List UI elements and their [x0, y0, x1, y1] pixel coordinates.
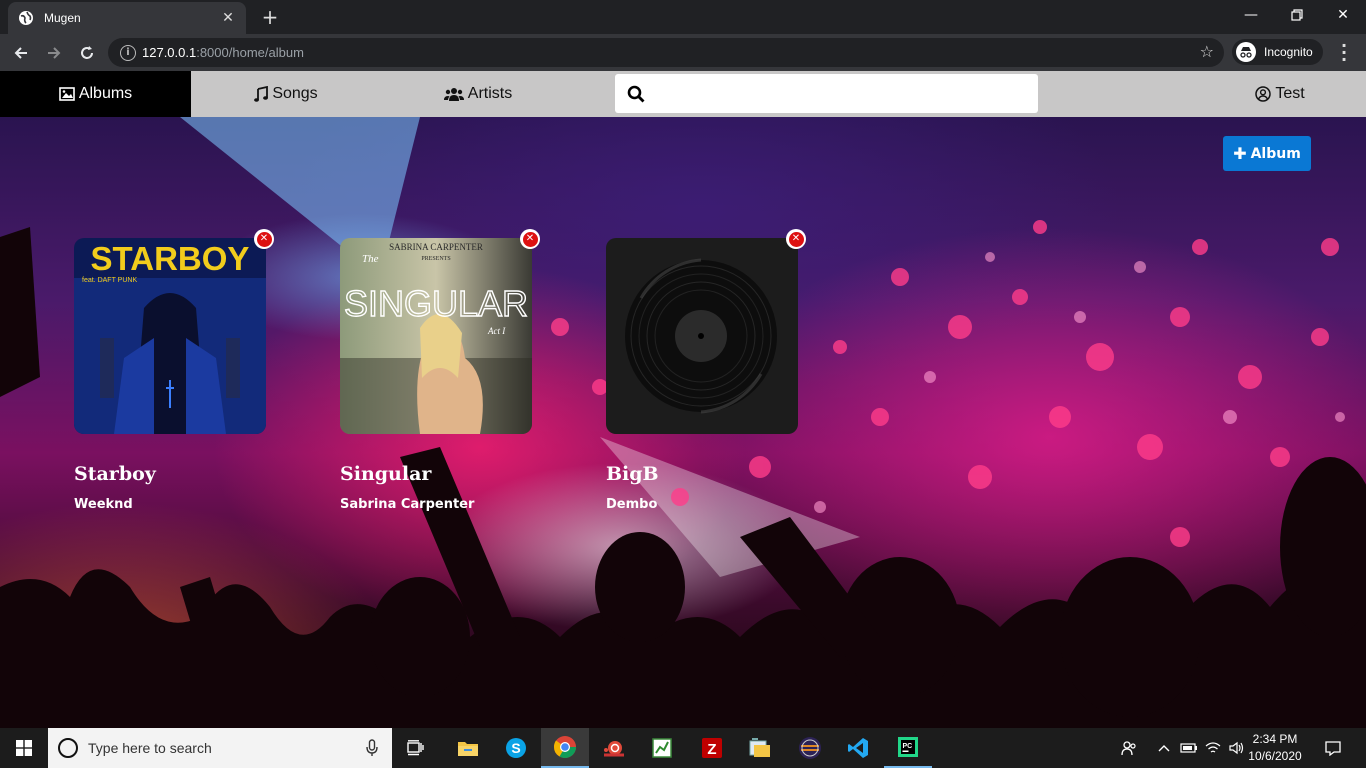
notifications-icon[interactable] — [1318, 728, 1348, 768]
cover-artist: SABRINA CARPENTER — [389, 242, 483, 252]
incognito-icon — [1236, 42, 1256, 62]
cover-title: SINGULAR — [344, 283, 528, 324]
cover-pre: The — [362, 253, 379, 265]
users-icon — [443, 88, 464, 101]
close-tab-icon[interactable]: ✕ — [220, 10, 236, 26]
site-info-icon[interactable]: i — [120, 44, 136, 61]
nav-artists-label: Artists — [467, 85, 513, 102]
svg-text:S: S — [511, 740, 520, 756]
url-text: 127.0.0.1:8000/home/album — [142, 45, 304, 60]
album-card-starboy[interactable]: STARBOY feat. DAFT PUNK ✕ Starboy Weeknd — [74, 229, 274, 512]
address-bar[interactable]: i 127.0.0.1:8000/home/album ☆ — [108, 38, 1224, 67]
album-title[interactable]: BigB — [606, 463, 798, 485]
remove-album-button[interactable]: ✕ — [254, 229, 274, 249]
cover-subtitle: feat. DAFT PUNK — [82, 277, 137, 284]
close-icon: ✕ — [256, 231, 272, 247]
album-page: ✚ Album STARBOY feat. DAFT PUNK ✕ Starbo… — [0, 117, 1366, 728]
close-icon: ✕ — [788, 231, 804, 247]
wifi-icon[interactable] — [1202, 728, 1224, 768]
task-view-icon[interactable] — [392, 728, 440, 768]
nav-user[interactable]: Test — [1190, 71, 1366, 117]
skype-icon[interactable]: S — [492, 728, 540, 768]
cover-title: STARBOY — [91, 240, 250, 277]
user-circle-icon — [1255, 86, 1272, 102]
plus-icon: ✚ — [1233, 144, 1247, 163]
cover-act: Act I — [487, 326, 506, 336]
pycharm-icon[interactable]: PC — [884, 728, 932, 768]
browser-menu-icon[interactable]: · · · — [1336, 38, 1352, 68]
forward-icon[interactable] — [41, 40, 67, 66]
nav-songs-label: Songs — [272, 85, 318, 102]
file-manager-icon[interactable] — [736, 728, 784, 768]
cortana-icon — [58, 738, 78, 758]
search-icon — [627, 85, 645, 102]
svg-text:Z: Z — [707, 741, 716, 758]
remove-album-button[interactable]: ✕ — [520, 229, 540, 249]
incognito-label: Incognito — [1264, 45, 1313, 59]
browser-tab-strip: Mugen ✕ + — ✕ — [0, 0, 1366, 34]
nav-songs[interactable]: Songs — [191, 71, 381, 117]
close-window-icon[interactable]: ✕ — [1320, 0, 1366, 30]
browser-toolbar: i 127.0.0.1:8000/home/album ☆ Incognito … — [0, 34, 1366, 71]
music-note-icon — [254, 86, 269, 102]
battery-icon[interactable] — [1178, 728, 1200, 768]
svg-text:PC: PC — [903, 743, 913, 750]
nav-albums-label: Albums — [78, 85, 133, 102]
album-artist[interactable]: Weeknd — [74, 497, 266, 512]
people-icon[interactable] — [1116, 728, 1142, 768]
album-artist[interactable]: Sabrina Carpenter — [340, 497, 532, 512]
nav-albums[interactable]: Albums — [0, 71, 191, 117]
clock-date: 10/6/2020 — [1248, 749, 1302, 763]
vinyl-record-icon — [606, 238, 798, 434]
start-button[interactable] — [0, 728, 48, 768]
microphone-icon[interactable] — [366, 739, 378, 757]
vscode-icon[interactable] — [834, 728, 882, 768]
filezilla-icon[interactable]: Z — [688, 728, 736, 768]
chrome-icon[interactable] — [541, 728, 589, 768]
cover-presents: PRESENTS — [421, 256, 450, 262]
globe-icon — [18, 10, 34, 26]
tab-title: Mugen — [44, 11, 81, 25]
album-title[interactable]: Singular — [340, 463, 532, 485]
close-icon: ✕ — [522, 231, 538, 247]
album-cover[interactable]: SABRINA CARPENTER PRESENTS The SINGULAR … — [340, 238, 532, 434]
image-icon — [59, 87, 75, 101]
album-artist[interactable]: Dembo — [606, 497, 798, 512]
taskbar-search-placeholder: Type here to search — [88, 740, 212, 756]
windows-taskbar: Type here to search S Z PC 2:34 PM 10/6/… — [0, 728, 1366, 768]
incognito-indicator[interactable]: Incognito — [1232, 39, 1323, 65]
snail-app-icon[interactable] — [590, 728, 638, 768]
app-navbar: Albums Songs Artists Test — [0, 71, 1366, 117]
album-card-bigb[interactable]: ✕ BigB Dembo — [606, 229, 806, 512]
windows-logo-icon — [16, 740, 32, 756]
chevron-up-icon[interactable] — [1154, 728, 1174, 768]
bookmark-star-icon[interactable]: ☆ — [1200, 42, 1214, 61]
system-clock[interactable]: 2:34 PM 10/6/2020 — [1244, 731, 1306, 765]
restore-icon[interactable] — [1274, 0, 1320, 30]
minimize-icon[interactable]: — — [1228, 0, 1274, 30]
back-icon[interactable] — [8, 40, 34, 66]
album-card-singular[interactable]: SABRINA CARPENTER PRESENTS The SINGULAR … — [340, 229, 540, 512]
file-explorer-icon[interactable] — [444, 728, 492, 768]
new-tab-icon[interactable]: + — [258, 5, 282, 29]
eclipse-icon[interactable] — [786, 728, 834, 768]
nav-artists[interactable]: Artists — [381, 71, 575, 117]
chart-app-icon[interactable] — [638, 728, 686, 768]
browser-tab[interactable]: Mugen ✕ — [8, 2, 246, 34]
reload-icon[interactable] — [74, 40, 100, 66]
add-album-label: Album — [1250, 145, 1301, 162]
album-cover[interactable] — [606, 238, 798, 434]
nav-user-label: Test — [1275, 85, 1305, 102]
album-cover[interactable]: STARBOY feat. DAFT PUNK — [74, 238, 266, 434]
add-album-button[interactable]: ✚ Album — [1223, 136, 1311, 171]
remove-album-button[interactable]: ✕ — [786, 229, 806, 249]
album-title[interactable]: Starboy — [74, 463, 266, 485]
taskbar-search[interactable]: Type here to search — [48, 728, 392, 768]
clock-time: 2:34 PM — [1252, 732, 1298, 746]
search-box[interactable] — [615, 74, 1038, 113]
